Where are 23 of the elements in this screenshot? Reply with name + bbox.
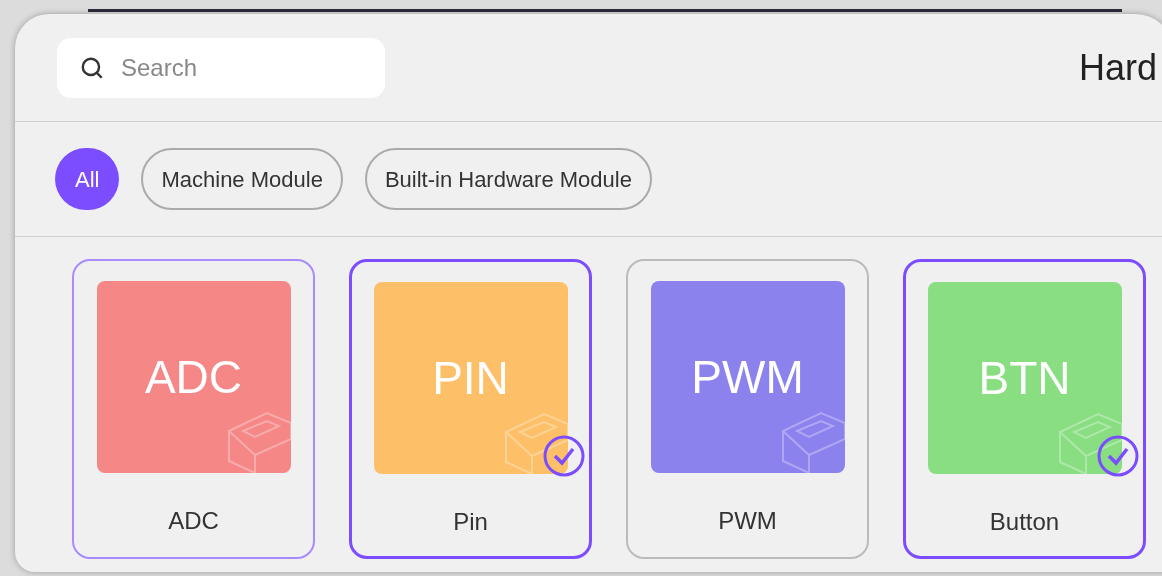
filter-chip[interactable]: All: [55, 148, 120, 210]
module-name: PWM: [718, 506, 777, 536]
box-icon: [780, 409, 845, 473]
check-icon: [541, 434, 586, 478]
module-card[interactable]: PIN Pin: [349, 259, 592, 559]
box-icon: [1057, 410, 1122, 474]
module-name: Button: [989, 507, 1060, 537]
filter-chip[interactable]: Built-in Hardware Module: [364, 148, 652, 210]
module-code: BTN: [978, 350, 1071, 406]
module-name: Pin: [453, 507, 488, 537]
module-name: ADC: [168, 506, 219, 536]
module-card[interactable]: BTN Button: [903, 259, 1146, 559]
module-code: PWM: [691, 349, 804, 405]
panel-title: Hard: [1078, 45, 1157, 90]
box-icon: [503, 410, 568, 474]
module-code: PIN: [432, 350, 509, 406]
search-field[interactable]: Search: [57, 37, 385, 98]
box-icon: [226, 409, 291, 473]
module-card[interactable]: ADC ADC: [72, 259, 315, 559]
filter-chip[interactable]: Machine Module: [141, 148, 343, 210]
module-card[interactable]: PWM PWM: [626, 259, 869, 559]
check-icon: [1095, 434, 1140, 478]
module-code: ADC: [144, 349, 243, 405]
